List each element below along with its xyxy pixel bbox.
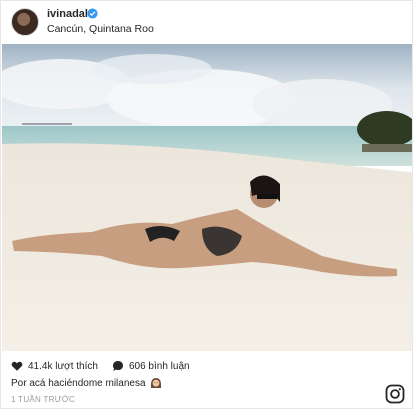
location-link[interactable]: Cancún, Quintana Roo xyxy=(47,23,154,35)
username[interactable]: ivinadal xyxy=(47,8,88,20)
post-photo[interactable] xyxy=(2,44,412,351)
post-caption: Por acá haciéndome milanesa xyxy=(11,377,162,389)
avatar[interactable] xyxy=(11,8,39,36)
post-stats: 41.4k lượt thích 606 bình luận xyxy=(11,359,190,373)
likes-count[interactable]: 41.4k lượt thích xyxy=(28,361,98,372)
beach-photo xyxy=(2,44,412,351)
caption-text: Por acá haciéndome milanesa xyxy=(11,377,146,389)
instagram-post-card: ivinadal Cancún, Quintana Roo 41.4k lượt… xyxy=(0,0,413,409)
comments-count[interactable]: 606 bình luận xyxy=(129,361,190,372)
verified-badge-icon xyxy=(87,8,98,19)
instagram-logo[interactable] xyxy=(385,384,405,404)
post-header: ivinadal Cancún, Quintana Roo xyxy=(1,1,413,44)
post-timestamp: 1 TUẦN TRƯỚC xyxy=(11,395,76,404)
heart-icon[interactable] xyxy=(11,360,23,372)
woman-face-emoji xyxy=(150,378,161,388)
speech-bubble-icon[interactable] xyxy=(112,360,124,372)
